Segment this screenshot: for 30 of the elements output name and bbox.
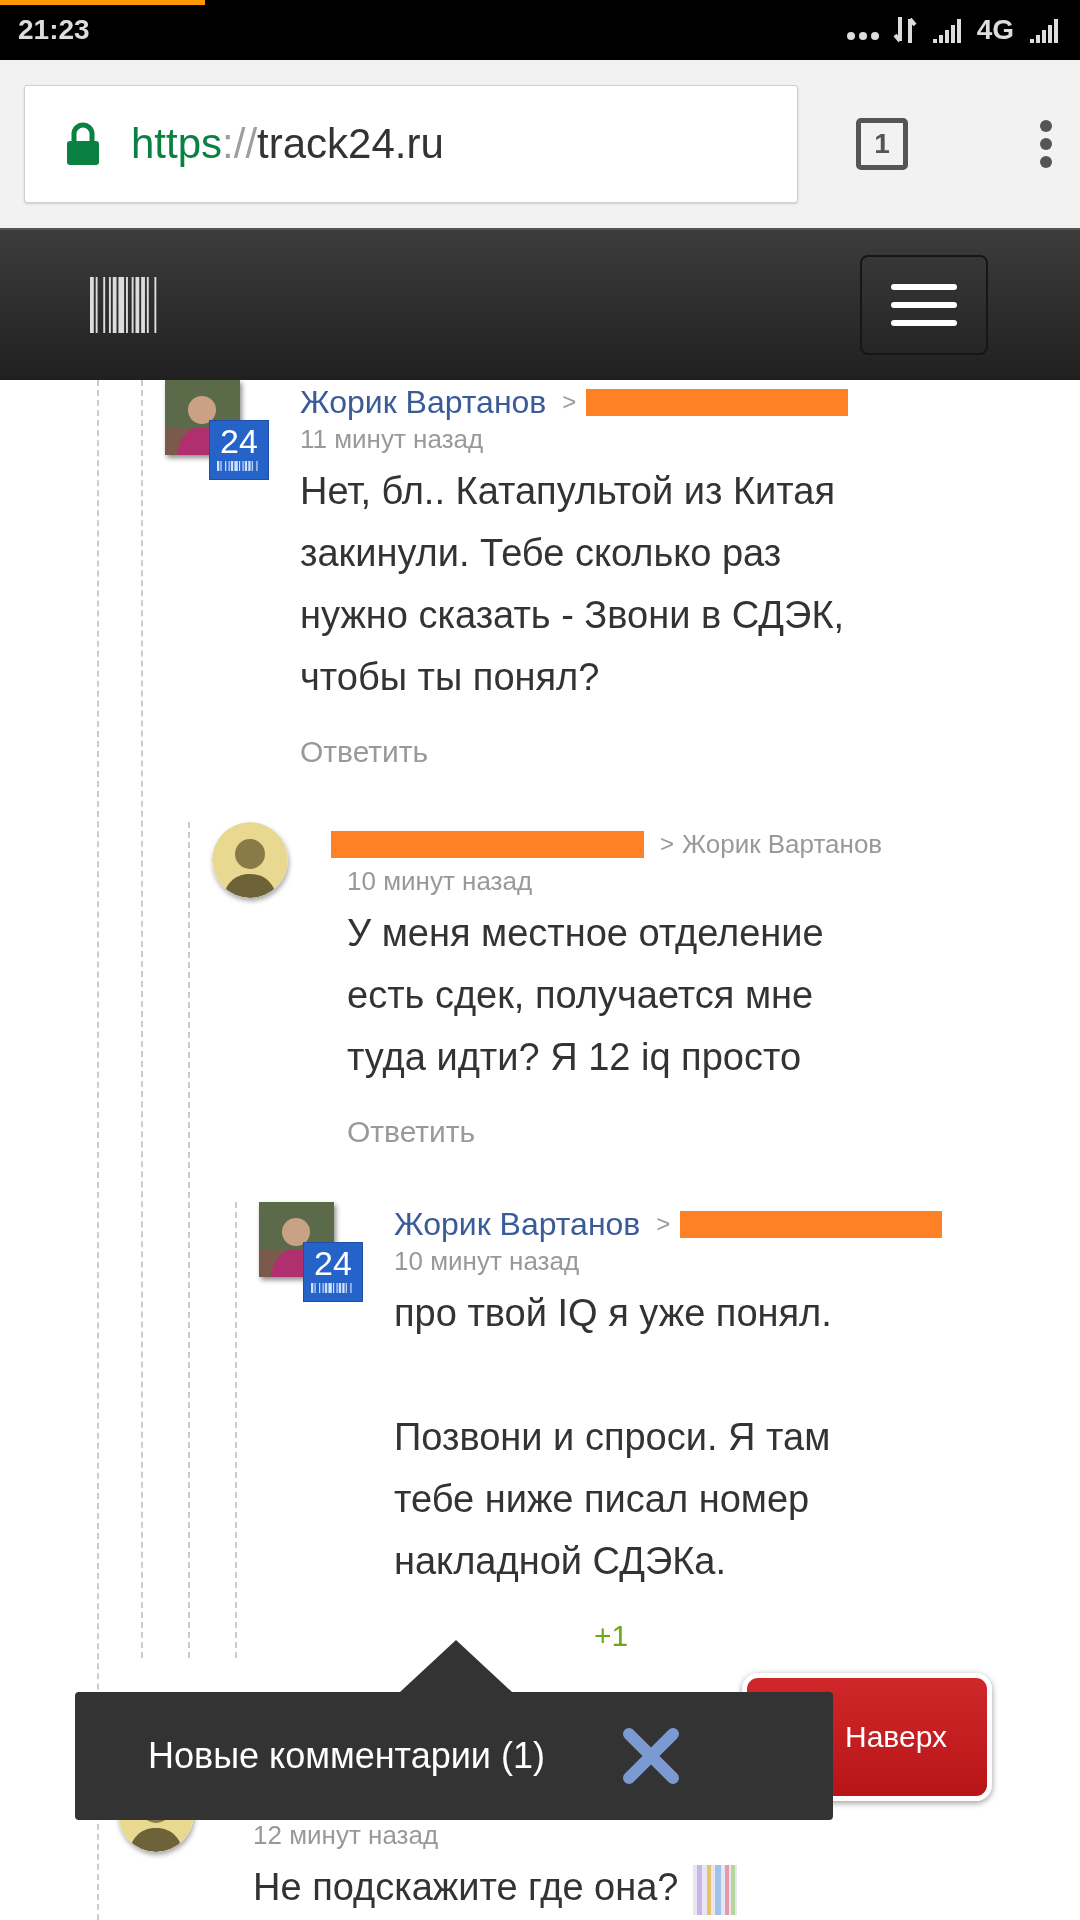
network-type: 4G: [976, 14, 1014, 46]
comment-time: 10 минут назад: [394, 1246, 581, 1276]
clock: 21:23: [18, 14, 90, 46]
comment-text: Нет, бл.. Катапультой из Китая закинули. Тебе сколько раз нужно сказать - Звони в СДЭК, чтобы ты понял?: [300, 469, 846, 700]
comment-text: про твой IQ я уже понял.: [394, 1291, 833, 1336]
author-name[interactable]: Жорик Вартанов: [394, 1205, 641, 1243]
address-bar[interactable]: https://track24.ru: [24, 85, 798, 203]
menu-icon[interactable]: [1038, 119, 1054, 169]
tab-count-button[interactable]: 1: [856, 118, 908, 170]
data-arrows-icon: [892, 15, 917, 45]
comment-text: У меня местное отделение есть сдек, получается мне туда идти? Я 12 iq просто: [347, 911, 825, 1080]
comment-text: Позвони и спроси. Я там тебе ниже писал номер накладной СДЭКа.: [394, 1415, 832, 1584]
comment-text: Не подскажите где она?: [253, 1856, 870, 1918]
close-icon: [620, 1726, 681, 1786]
reply-arrow: >: [660, 830, 674, 858]
author-name[interactable]: Жорик Вартанов: [300, 383, 547, 421]
popup-text: Новые комментарии (1): [148, 1735, 545, 1777]
reply-arrow: >: [562, 388, 577, 416]
badge: 24: [209, 420, 269, 480]
reply-arrow: >: [656, 1210, 671, 1238]
url-text: https://track24.ru: [131, 120, 444, 168]
badge: 24: [303, 1242, 363, 1302]
vote-count: +1: [594, 1619, 629, 1653]
comment-time: 12 минут назад: [253, 1820, 440, 1850]
menu-button[interactable]: [860, 255, 988, 355]
more-icon: [846, 32, 879, 40]
close-button[interactable]: [620, 1726, 681, 1786]
comment-time: 11 минут назад: [300, 424, 485, 454]
lock-icon: [65, 122, 101, 166]
comment-time: 10 минут назад: [347, 866, 534, 896]
